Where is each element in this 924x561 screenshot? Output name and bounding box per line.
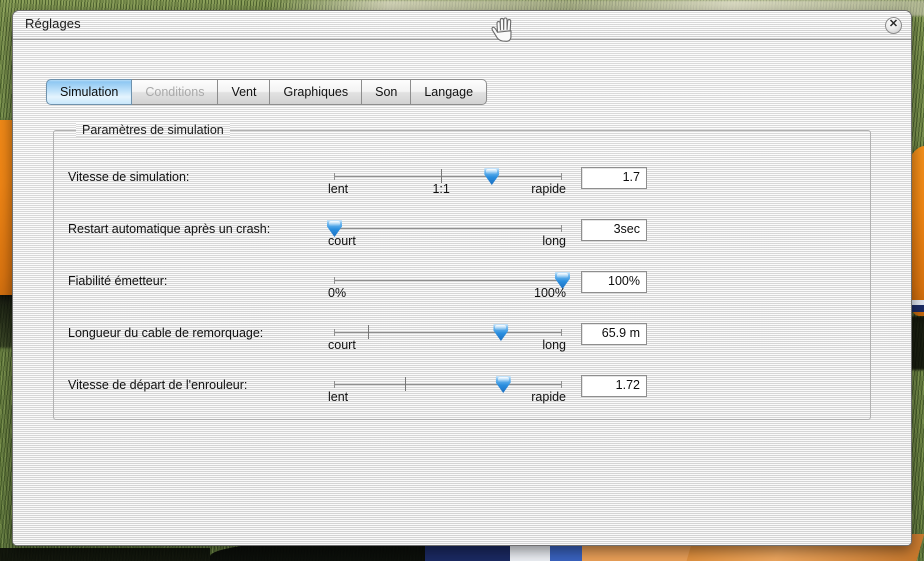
slider-thumb-gloss [486,169,498,174]
tab-langage-label: Langage [424,85,474,99]
tab-simulation[interactable]: Simulation [46,79,133,105]
slider-tick [441,169,443,183]
row-simulation-speed: Vitesse de simulation: lent 1:1 rapide 1… [54,159,870,199]
tab-son-label: Son [375,85,398,99]
slider-auto-restart[interactable]: court long [326,211,566,251]
slider-min-label: 0% [328,286,347,300]
foreground-shadow [0,548,210,561]
slider-winch-start-speed[interactable]: lent rapide [326,367,566,407]
close-glyph: ✕ [888,18,899,30]
value-field-auto-restart[interactable]: 3sec [581,219,647,241]
slider-tick [368,325,370,339]
tab-langage[interactable]: Langage [411,79,488,105]
slider-thumb[interactable] [495,376,511,393]
slider-track[interactable] [334,225,562,232]
window-titlebar[interactable]: Réglages ✕ [13,11,911,40]
slider-thumb-gloss [557,273,568,278]
value-field-transmitter-reliability[interactable]: 100% [581,271,647,293]
tab-conditions-label: Conditions [145,85,205,99]
value-text: 65.9 m [601,326,640,340]
slider-min-label: court [328,234,356,248]
tab-son[interactable]: Son [362,79,412,105]
row-label: Vitesse de départ de l'enrouleur: [68,378,248,392]
slider-max-label: 100% [534,286,566,300]
value-field-winch-start-speed[interactable]: 1.72 [581,375,647,397]
tab-conditions[interactable]: Conditions [132,79,219,105]
slider-tick [404,377,406,391]
slider-transmitter-reliability[interactable]: 0% 100% [326,263,570,303]
row-label: Restart automatique après un crash: [68,222,271,236]
slider-track[interactable] [334,381,562,388]
close-icon[interactable]: ✕ [885,17,902,34]
value-text: 100% [608,274,640,288]
slider-thumb[interactable] [484,168,500,185]
simulation-parameters-title: Paramètres de simulation [76,123,230,137]
simulation-parameters-group: Paramètres de simulation Vitesse de simu… [53,123,871,420]
slider-thumb-gloss [329,221,340,226]
slider-max-label: long [542,234,566,248]
slider-min-label: court [328,338,356,352]
slider-simulation-speed[interactable]: lent 1:1 rapide [326,159,566,199]
tab-bar: Simulation Conditions Vent Graphiques So… [46,79,488,105]
tab-graphiques[interactable]: Graphiques [270,79,363,105]
tab-simulation-label: Simulation [60,85,119,99]
slider-thumb[interactable] [493,324,509,341]
value-text: 1.7 [622,170,640,184]
slider-track[interactable] [334,277,562,284]
slider-min-label: lent [328,390,349,404]
value-field-simulation-speed[interactable]: 1.7 [581,167,647,189]
slider-towline-length[interactable]: court long [326,315,566,355]
simulator-background: Réglages ✕ Simulation Conditions Vent Gr… [0,0,924,561]
window-body: Simulation Conditions Vent Graphiques So… [13,40,911,545]
row-winch-start-speed: Vitesse de départ de l'enrouleur: lent r… [54,367,870,407]
settings-window: Réglages ✕ Simulation Conditions Vent Gr… [12,10,912,546]
row-label: Longueur du cable de remorquage: [68,326,264,340]
slider-thumb-gloss [495,325,507,330]
slider-thumb-gloss [497,377,509,382]
value-text: 1.72 [615,378,640,392]
window-title: Réglages [25,16,81,31]
tab-graphiques-label: Graphiques [283,85,349,99]
slider-max-label: long [542,338,566,352]
row-towline-length: Longueur du cable de remorquage: court l… [54,315,870,355]
tab-vent-label: Vent [231,85,257,99]
row-label: Fiabilité émetteur: [68,274,168,288]
slider-track[interactable] [334,173,562,180]
slider-max-label: rapide [531,390,566,404]
row-label: Vitesse de simulation: [68,170,190,184]
row-transmitter-reliability: Fiabilité émetteur: 0% 100% 100% [54,263,870,303]
slider-mid-label: 1:1 [432,182,450,196]
tab-vent[interactable]: Vent [218,79,271,105]
value-field-towline-length[interactable]: 65.9 m [581,323,647,345]
value-text: 3sec [613,222,640,236]
slider-max-label: rapide [531,182,566,196]
row-auto-restart: Restart automatique après un crash: cour… [54,211,870,251]
slider-min-label: lent [328,182,349,196]
